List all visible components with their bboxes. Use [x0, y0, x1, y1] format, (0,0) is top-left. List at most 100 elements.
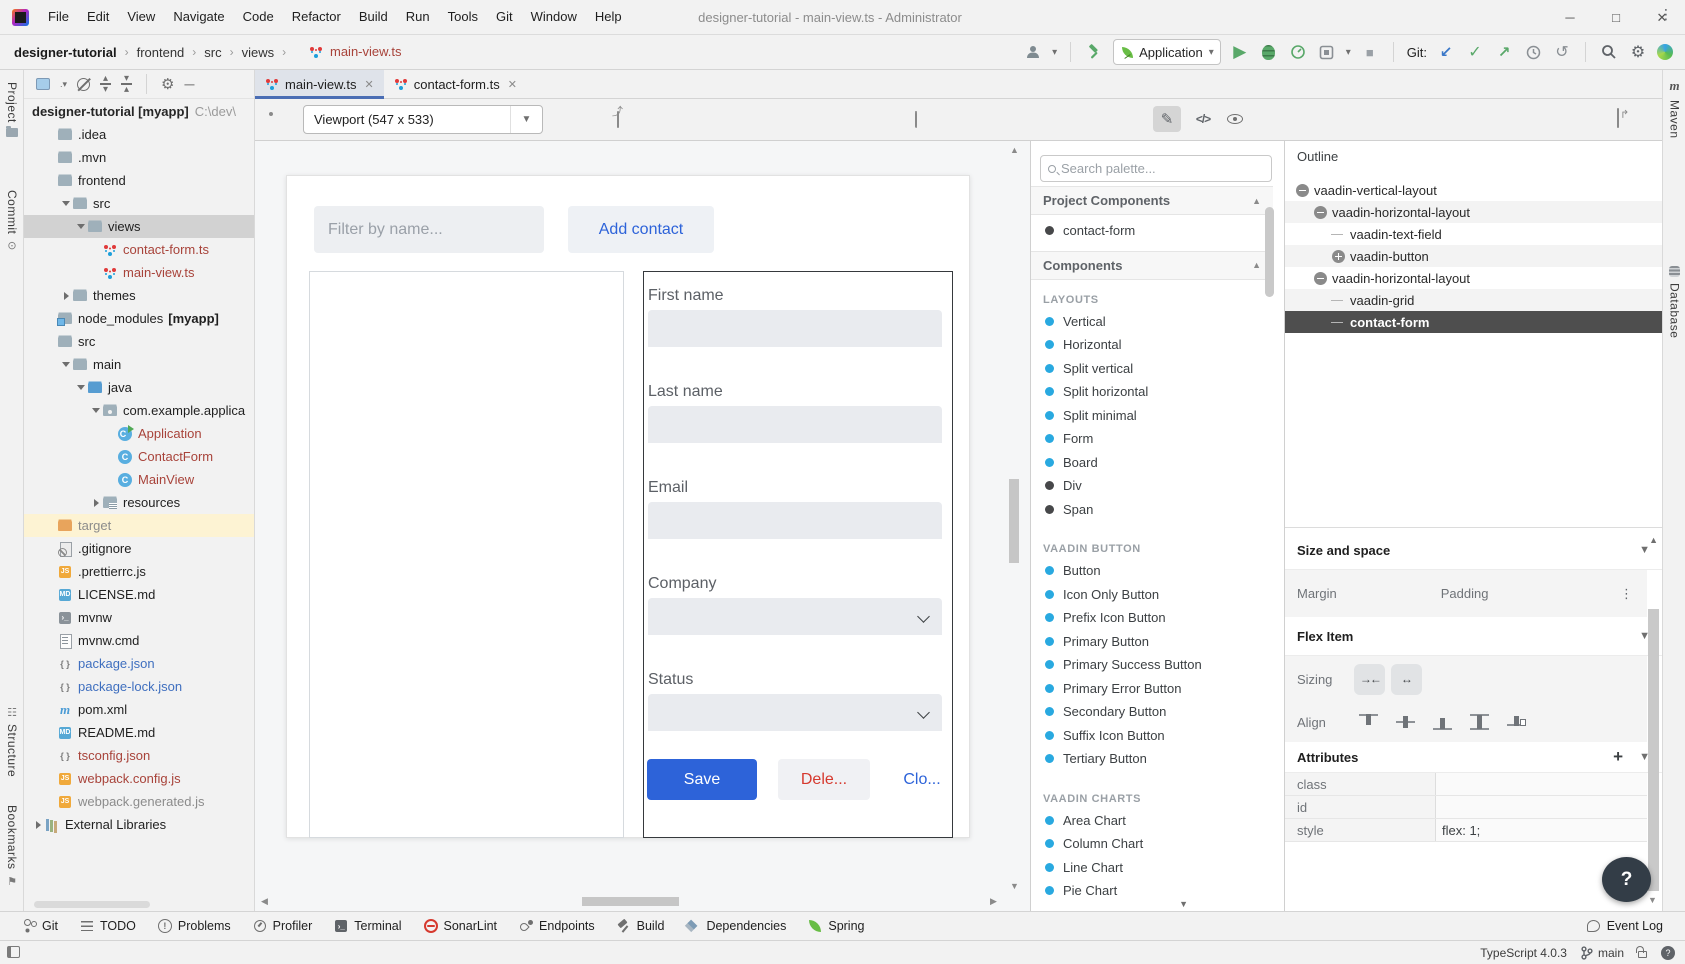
palette-item[interactable]: Icon Only Button: [1031, 583, 1273, 607]
typescript-version[interactable]: TypeScript 4.0.3: [1480, 946, 1567, 960]
tree-chevron-icon[interactable]: [75, 385, 87, 390]
rollback-icon[interactable]: ↺: [1552, 42, 1572, 62]
lock-icon[interactable]: [1638, 951, 1647, 958]
palette-item[interactable]: Vertical: [1031, 310, 1273, 334]
tree-chevron-icon[interactable]: [90, 499, 102, 507]
outline-expander-icon[interactable]: [1313, 271, 1328, 286]
rotate-viewport-icon[interactable]: [617, 112, 619, 127]
tree-row[interactable]: node_modules [myapp]: [24, 307, 254, 330]
scroll-up-icon[interactable]: ▲: [1010, 145, 1019, 155]
form-field[interactable]: Email: [648, 476, 942, 539]
palette-item[interactable]: Horizontal: [1031, 333, 1273, 357]
menu-item[interactable]: Edit: [78, 5, 118, 29]
breadcrumb-item[interactable]: views: [240, 45, 277, 60]
form-field-input[interactable]: [648, 598, 942, 635]
tool-window-button[interactable]: Spring: [808, 919, 864, 933]
tree-row[interactable]: .gitignore: [24, 537, 254, 560]
git-update-button[interactable]: ↙: [1436, 42, 1456, 62]
palette-item[interactable]: Primary Success Button: [1031, 653, 1273, 677]
tree-chevron-icon[interactable]: [75, 224, 87, 229]
form-button[interactable]: Clo...: [894, 759, 950, 800]
menu-item[interactable]: File: [39, 5, 78, 29]
tree-row[interactable]: pom.xml: [24, 698, 254, 721]
add-contact-button[interactable]: Add contact: [568, 206, 714, 253]
palette-item[interactable]: Span: [1031, 498, 1273, 522]
tree-chevron-icon[interactable]: [60, 292, 72, 300]
git-push-button[interactable]: ↗: [1494, 42, 1514, 62]
attribute-row[interactable]: class: [1285, 773, 1647, 796]
collapse-section-icon[interactable]: ▲: [1252, 196, 1261, 206]
tool-window-button[interactable]: Endpoints: [519, 919, 595, 933]
editor-tab[interactable]: main-view.ts ✕: [255, 70, 384, 98]
scroll-right-icon[interactable]: ▶: [990, 896, 997, 907]
menu-item[interactable]: Build: [350, 5, 397, 29]
form-field[interactable]: Company: [648, 572, 942, 635]
tree-row[interactable]: resources: [24, 491, 254, 514]
menu-item[interactable]: Refactor: [283, 5, 350, 29]
designer-help-button[interactable]: ?: [1602, 857, 1651, 902]
tree-row[interactable]: README.md: [24, 721, 254, 744]
chevron-down-icon[interactable]: ▼: [1648, 895, 1657, 905]
minimize-button[interactable]: ─: [1547, 0, 1593, 35]
outline-node[interactable]: contact-form: [1285, 311, 1662, 333]
stop-button[interactable]: ■: [1360, 42, 1380, 62]
git-commit-button[interactable]: ✓: [1465, 42, 1485, 62]
tree-row[interactable]: ContactForm: [24, 445, 254, 468]
breadcrumb-item[interactable]: frontend: [135, 45, 187, 60]
preview-mode-eye-icon[interactable]: [1221, 106, 1249, 132]
outline-node[interactable]: vaadin-grid: [1285, 289, 1662, 311]
event-log-button[interactable]: Event Log: [1587, 911, 1663, 940]
debug-button[interactable]: [1259, 42, 1279, 62]
tree-row[interactable]: mvnw: [24, 606, 254, 629]
scroll-up-icon[interactable]: ▲: [1649, 535, 1658, 545]
form-field-input[interactable]: [648, 406, 942, 443]
collapse-section-icon[interactable]: ▲: [1252, 260, 1261, 270]
tree-row[interactable]: webpack.generated.js: [24, 790, 254, 813]
outline-expander-icon[interactable]: [1313, 205, 1328, 220]
tree-row[interactable]: .idea: [24, 123, 254, 146]
hide-panel-icon[interactable]: ─: [184, 76, 194, 92]
palette-item[interactable]: Div: [1031, 474, 1273, 498]
outline-expander-icon[interactable]: [1331, 227, 1346, 242]
attribute-value[interactable]: [1436, 796, 1647, 818]
menu-item[interactable]: Help: [586, 5, 631, 29]
filter-text-field[interactable]: Filter by name...: [314, 206, 544, 253]
menu-item[interactable]: Git: [487, 5, 522, 29]
palette-item[interactable]: contact-form: [1031, 219, 1273, 243]
menu-item[interactable]: Window: [522, 5, 586, 29]
select-opened-file-icon[interactable]: [36, 78, 50, 90]
project-settings-gear-icon[interactable]: ⚙: [161, 75, 174, 93]
tree-row[interactable]: MainView: [24, 468, 254, 491]
tab-close-icon[interactable]: ✕: [365, 78, 374, 91]
tab-options-kebab-icon[interactable]: ⋮: [1659, 6, 1673, 23]
tool-window-button[interactable]: SonarLint: [424, 919, 498, 933]
palette-item[interactable]: Area Chart: [1031, 809, 1273, 833]
tool-window-button[interactable]: Git: [22, 919, 58, 933]
tree-row[interactable]: tsconfig.json: [24, 744, 254, 767]
notifications-icon[interactable]: [1661, 946, 1675, 960]
tree-row[interactable]: com.example.applica: [24, 399, 254, 422]
scroll-down-icon[interactable]: ▼: [1010, 881, 1019, 891]
palette-item[interactable]: Suffix Icon Button: [1031, 724, 1273, 748]
breadcrumb-item[interactable]: src: [202, 45, 223, 60]
tool-window-button[interactable]: TODO: [80, 919, 136, 933]
scroll-down-icon[interactable]: ▼: [1179, 899, 1188, 909]
palette-item[interactable]: Column Chart: [1031, 832, 1273, 856]
tree-row[interactable]: views: [24, 215, 254, 238]
form-field[interactable]: First name: [648, 284, 942, 347]
palette-item[interactable]: Button: [1031, 559, 1273, 583]
build-hammer-icon[interactable]: [1084, 42, 1104, 62]
palette-item[interactable]: Primary Button: [1031, 630, 1273, 654]
tree-chevron-icon[interactable]: [60, 201, 72, 206]
palette-scrollbar[interactable]: [1265, 207, 1274, 297]
palette-search-input[interactable]: Search palette...: [1040, 155, 1272, 182]
tree-row[interactable]: java: [24, 376, 254, 399]
feedback-bubble-icon[interactable]: [915, 112, 917, 127]
locate-icon[interactable]: [77, 78, 90, 91]
tree-row[interactable]: main-view.ts: [24, 261, 254, 284]
breadcrumb-file[interactable]: main-view.ts: [309, 44, 402, 59]
properties-scrollbar[interactable]: [1648, 609, 1659, 891]
menu-item[interactable]: View: [118, 5, 164, 29]
outline-expander-icon[interactable]: [1331, 249, 1346, 264]
palette-item[interactable]: Primary Error Button: [1031, 677, 1273, 701]
